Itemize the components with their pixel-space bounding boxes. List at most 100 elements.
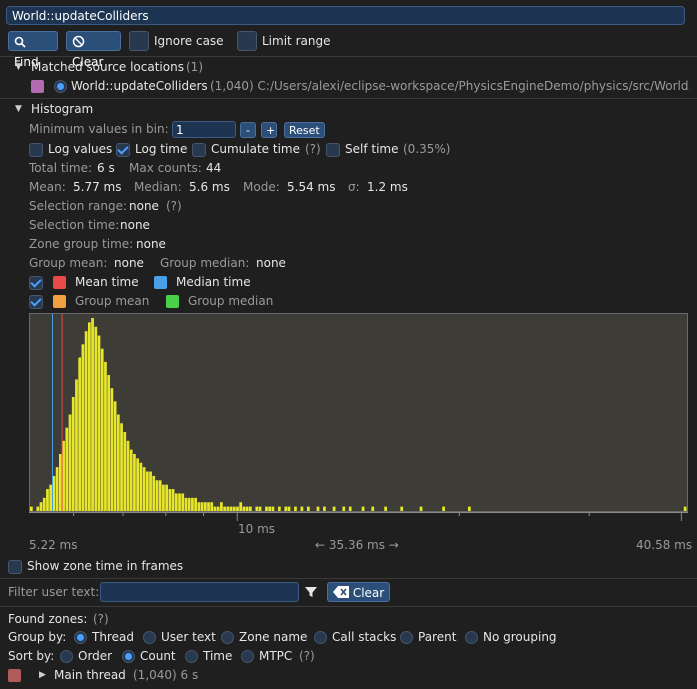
mean-value: 5.77 ms xyxy=(73,180,122,194)
clear-icon xyxy=(72,34,85,48)
histogram-bar xyxy=(58,453,62,511)
thread-color-swatch[interactable] xyxy=(8,669,21,682)
log-time-checkbox[interactable] xyxy=(116,143,130,157)
self-time-percent: (0.35%) xyxy=(403,142,451,156)
collapse-arrow-icon[interactable]: ▼ xyxy=(15,62,22,72)
histogram-plot[interactable] xyxy=(29,313,688,512)
reset-button[interactable]: Reset xyxy=(284,122,325,138)
axis-max-label: 40.58 ms xyxy=(636,538,693,552)
ignore-case-checkbox[interactable] xyxy=(129,31,149,51)
histogram-bar xyxy=(213,506,217,511)
histogram-bar xyxy=(68,414,72,511)
separator xyxy=(0,98,697,99)
decrement-button[interactable]: - xyxy=(240,122,256,138)
sort-by-radio-mtpc[interactable] xyxy=(241,650,254,663)
axis-range-label: ← 35.36 ms → xyxy=(315,538,399,552)
histogram-bar xyxy=(361,506,365,511)
histogram-bar xyxy=(255,506,259,511)
group-by-option-label[interactable]: No grouping xyxy=(483,629,557,646)
group-by-radio-no-grouping[interactable] xyxy=(465,631,478,644)
group-by-radio-parent[interactable] xyxy=(400,631,413,644)
mean-time-legend: Mean time xyxy=(75,275,139,289)
histogram-bar xyxy=(104,361,107,511)
histogram-bar xyxy=(94,326,98,511)
histogram-bar xyxy=(97,335,101,511)
total-time-label: Total time: xyxy=(29,161,92,175)
group-by-option-label[interactable]: User text xyxy=(161,629,216,646)
histogram-bar xyxy=(306,506,310,511)
sort-by-option-label[interactable]: Count xyxy=(140,648,176,665)
filter-clear-button[interactable]: Clear xyxy=(327,582,391,602)
histogram-bar xyxy=(42,497,46,511)
sort-by-radio-count[interactable] xyxy=(122,650,135,663)
histogram-bar xyxy=(46,489,49,511)
self-time-checkbox[interactable] xyxy=(326,143,340,157)
ignore-case-label: Ignore case xyxy=(154,34,224,48)
histogram-bar xyxy=(468,506,471,511)
histogram-bar xyxy=(165,484,168,511)
axis-tick-label: 10 ms xyxy=(238,522,276,536)
histogram-bar xyxy=(91,318,94,511)
histogram-bar xyxy=(277,506,281,511)
clear-search-button[interactable]: Clear xyxy=(66,31,121,69)
sort-by-label: Sort by: xyxy=(8,649,55,663)
sort-by-radio-time[interactable] xyxy=(185,650,198,663)
increment-button[interactable]: + xyxy=(261,122,277,138)
histogram-bar xyxy=(232,506,236,511)
find-button[interactable]: Find xyxy=(8,31,58,69)
histogram-bar xyxy=(258,506,262,511)
histogram-bar xyxy=(30,506,33,511)
histogram-bar xyxy=(184,497,188,511)
group-by-option-label[interactable]: Call stacks xyxy=(332,629,396,646)
histogram-header[interactable]: Histogram xyxy=(31,101,93,118)
mean-label: Mean: xyxy=(29,180,66,194)
source-location-radio[interactable] xyxy=(54,80,67,93)
log-values-label: Log values xyxy=(48,142,113,156)
min-values-label: Minimum values in bin: xyxy=(29,122,169,136)
source-location-name[interactable]: World::updateColliders xyxy=(71,78,208,95)
selection-range-help[interactable]: (?) xyxy=(166,198,182,215)
mean-median-checkbox[interactable] xyxy=(29,276,43,290)
histogram-bar xyxy=(113,401,117,511)
group-by-radio-thread[interactable] xyxy=(74,631,87,644)
sort-by-option-label[interactable]: MTPC xyxy=(259,648,292,665)
histogram-bar xyxy=(133,453,136,511)
group-stats-checkbox[interactable] xyxy=(29,295,43,309)
group-by-radio-user-text[interactable] xyxy=(143,631,156,644)
min-values-input[interactable]: 1 xyxy=(172,121,236,138)
sort-by-option-label[interactable]: Order xyxy=(78,648,112,665)
group-by-option-label[interactable]: Thread xyxy=(92,629,134,646)
source-color-swatch[interactable] xyxy=(31,80,44,93)
sort-by-radio-order[interactable] xyxy=(60,650,73,663)
histogram-bar xyxy=(84,331,88,511)
search-icon xyxy=(14,34,26,48)
histogram-bar xyxy=(123,432,127,511)
show-zone-frames-label: Show zone time in frames xyxy=(27,559,184,573)
limit-range-checkbox[interactable] xyxy=(237,31,257,51)
log-values-checkbox[interactable] xyxy=(29,143,43,157)
cumulate-help[interactable]: (?) xyxy=(305,141,321,158)
found-zones-label: Found zones: xyxy=(8,612,88,626)
group-by-radio-zone-name[interactable] xyxy=(221,631,234,644)
histogram-bar xyxy=(191,497,194,511)
collapse-arrow-icon[interactable]: ▼ xyxy=(15,104,22,114)
histogram-bar xyxy=(236,506,239,511)
filter-input[interactable] xyxy=(100,582,299,602)
sigma-value: 1.2 ms xyxy=(367,180,408,194)
search-input[interactable]: World::updateColliders xyxy=(6,6,685,25)
histogram-bar xyxy=(203,502,207,511)
sort-help[interactable]: (?) xyxy=(299,648,315,665)
histogram-bar xyxy=(116,414,120,511)
expand-arrow-icon[interactable]: ▶ xyxy=(39,670,46,680)
thread-name[interactable]: Main thread xyxy=(54,667,126,684)
mean-color-swatch xyxy=(53,276,66,289)
group-by-option-label[interactable]: Parent xyxy=(418,629,456,646)
found-zones-help[interactable]: (?) xyxy=(93,611,109,628)
histogram-bar xyxy=(174,493,178,511)
show-zone-frames-checkbox[interactable] xyxy=(8,560,22,574)
group-by-radio-call-stacks[interactable] xyxy=(314,631,327,644)
group-by-option-label[interactable]: Zone name xyxy=(239,629,307,646)
matched-locations-header[interactable]: Matched source locations xyxy=(31,59,184,76)
cumulate-time-checkbox[interactable] xyxy=(192,143,206,157)
sort-by-option-label[interactable]: Time xyxy=(203,648,232,665)
